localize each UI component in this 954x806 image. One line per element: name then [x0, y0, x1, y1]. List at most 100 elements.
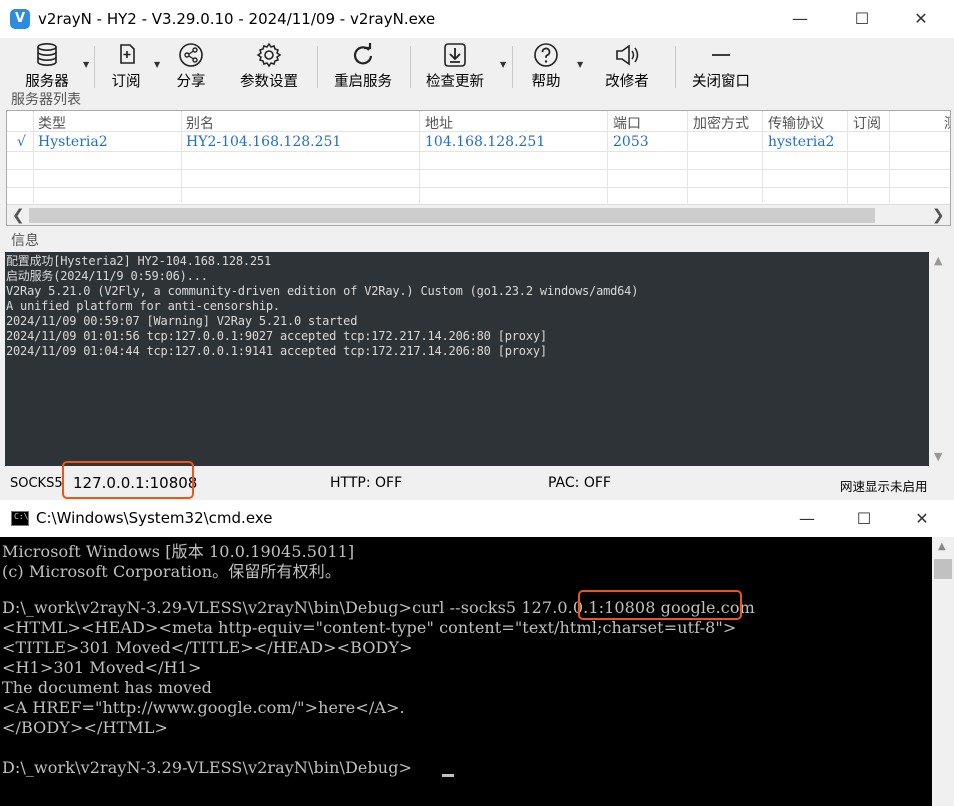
- log-line: 2024/11/09 00:59:07 [Warning] V2Ray 5.21…: [6, 314, 358, 328]
- help-icon: [534, 43, 558, 67]
- toolbar-divider: [512, 46, 513, 88]
- check-update-label: 检查更新: [426, 74, 484, 90]
- console-output[interactable]: Microsoft Windows [版本 10.0.19045.5011] (…: [2, 538, 930, 806]
- scroll-up-icon[interactable]: ▲: [934, 254, 942, 267]
- column-divider: [33, 111, 34, 203]
- row-network: hysteria2: [768, 134, 835, 150]
- minimize-button[interactable]: —: [777, 0, 823, 38]
- log-line: A unified platform for anti-censorship.: [6, 299, 280, 313]
- gear-icon: [256, 42, 282, 68]
- cmd-maximize-button[interactable]: ☐: [841, 500, 887, 537]
- cmd-window: C:\ C:\Windows\System32\cmd.exe — ☐ ✕ Mi…: [0, 500, 954, 806]
- pac-status: PAC: OFF: [548, 475, 611, 491]
- cmd-title-bar[interactable]: C:\ C:\Windows\System32\cmd.exe — ☐ ✕: [0, 500, 954, 537]
- info-label: 信息: [11, 233, 39, 249]
- restart-service-button[interactable]: 重启服务: [330, 38, 396, 92]
- log-line: 配置成功[Hysteria2] HY2-104.168.128.251: [6, 254, 271, 268]
- row-alias: HY2-104.168.128.251: [186, 134, 342, 150]
- speaker-icon: [616, 44, 639, 66]
- help-button[interactable]: 帮助 ▼: [527, 38, 583, 92]
- check-update-dropdown-icon[interactable]: ▼: [500, 60, 506, 69]
- log-line: 启动服务(2024/11/9 0:59:06)...: [6, 269, 208, 283]
- log-line: 2024/11/09 01:01:56 tcp:127.0.0.1:9027 a…: [6, 329, 547, 343]
- scroll-up-icon[interactable]: ▲: [938, 541, 946, 552]
- subscribe-dropdown-icon[interactable]: ▼: [154, 60, 160, 69]
- column-divider: [889, 111, 890, 203]
- socks-arg-highlight-box: [578, 590, 742, 620]
- socks-label: SOCKS5: [10, 476, 63, 491]
- settings-label: 参数设置: [240, 74, 298, 90]
- cmd-scrollbar[interactable]: ▲: [932, 537, 954, 806]
- toolbar-divider: [317, 46, 318, 88]
- server-list-grid: 类型 别名 地址 端口 加密方式 传输协议 订阅 测 √ Hysteria2 H…: [6, 110, 951, 226]
- share-button[interactable]: 分享: [172, 38, 210, 92]
- help-dropdown-icon[interactable]: ▼: [577, 60, 583, 69]
- console-line: <TITLE>301 Moved</TITLE></HEAD><BODY>: [2, 638, 413, 657]
- toolbar: 服务器 ▼ 订阅 ▼ 分享 参数设置 重启服务 检查更新 ▼ 帮助 ▼ 改修者 …: [0, 38, 954, 92]
- modifier-label: 改修者: [605, 74, 649, 90]
- column-header-network[interactable]: 传输协议: [768, 113, 824, 133]
- log-line: V2Ray 5.21.0 (V2Fly, a community-driven …: [6, 284, 639, 298]
- column-header-security[interactable]: 加密方式: [693, 113, 749, 133]
- column-header-address[interactable]: 地址: [425, 113, 453, 133]
- log-scrollbar[interactable]: ▲ ▼: [929, 252, 951, 466]
- scrollbar-thumb[interactable]: [934, 559, 952, 579]
- row-address: 104.168.128.251: [425, 134, 546, 150]
- log-line: 2024/11/09 01:04:44 tcp:127.0.0.1:9141 a…: [6, 344, 547, 358]
- share-icon: [179, 43, 203, 67]
- scroll-down-icon[interactable]: ▼: [934, 450, 942, 463]
- settings-button[interactable]: 参数设置: [236, 38, 302, 92]
- servers-dropdown-icon[interactable]: ▼: [83, 60, 89, 69]
- status-bar: SOCKS5 127.0.0.1:10808 HTTP: OFF PAC: OF…: [0, 461, 954, 499]
- column-divider: [181, 111, 182, 203]
- cmd-minimize-button[interactable]: —: [784, 500, 830, 537]
- log-output[interactable]: 配置成功[Hysteria2] HY2-104.168.128.251 启动服务…: [5, 252, 929, 466]
- column-header-port[interactable]: 端口: [613, 113, 641, 133]
- cmd-close-button[interactable]: ✕: [899, 500, 945, 537]
- check-update-button[interactable]: 检查更新 ▼: [422, 38, 506, 92]
- minimize-icon: [712, 54, 730, 56]
- console-line: (c) Microsoft Corporation。保留所有权利。: [2, 562, 341, 581]
- console-line: <H1>301 Moved</H1>: [2, 658, 202, 677]
- row-divider: [7, 169, 950, 170]
- row-port: 2053: [613, 134, 649, 150]
- console-line: The document has moved: [2, 678, 213, 697]
- column-divider: [847, 111, 848, 203]
- close-window-button[interactable]: 关闭窗口: [688, 38, 754, 92]
- console-line: </BODY></HTML>: [2, 718, 169, 737]
- subscribe-button[interactable]: 订阅 ▼: [106, 38, 160, 92]
- text-cursor: [442, 774, 454, 777]
- column-divider: [607, 111, 608, 203]
- column-header-test[interactable]: 测: [944, 113, 950, 133]
- scroll-right-icon[interactable]: ❯: [932, 206, 945, 224]
- column-header-type[interactable]: 类型: [38, 113, 66, 133]
- database-icon: [37, 42, 57, 67]
- row-divider: [7, 187, 950, 188]
- subscribe-icon: [120, 44, 135, 64]
- cmd-window-title: C:\Windows\System32\cmd.exe: [36, 509, 273, 527]
- column-divider: [419, 111, 420, 203]
- server-list-label: 服务器列表: [11, 92, 81, 108]
- scroll-left-icon[interactable]: ❮: [12, 206, 25, 224]
- v2rayn-window-title: v2rayN - HY2 - V3.29.0.10 - 2024/11/09 -…: [38, 10, 436, 28]
- restart-icon: [353, 43, 373, 65]
- console-line: <HTML><HEAD><meta http-equiv="content-ty…: [2, 618, 737, 637]
- maximize-button[interactable]: ☐: [839, 0, 885, 38]
- horizontal-scrollbar[interactable]: ❮ ❯: [7, 204, 950, 225]
- row-active-check: √: [17, 134, 26, 150]
- download-icon: [444, 43, 466, 67]
- modifier-button[interactable]: 改修者: [601, 38, 653, 92]
- console-icon: C:\: [11, 511, 29, 526]
- column-header-alias[interactable]: 别名: [186, 113, 214, 133]
- close-button[interactable]: ✕: [898, 0, 944, 38]
- help-label: 帮助: [531, 74, 561, 90]
- http-status: HTTP: OFF: [330, 475, 403, 491]
- v2rayn-logo-icon: V: [10, 9, 30, 29]
- column-header-subscription[interactable]: 订阅: [853, 113, 881, 133]
- console-icon-text: C:\: [14, 512, 29, 521]
- servers-button[interactable]: 服务器 ▼: [16, 38, 89, 92]
- scrollbar-thumb[interactable]: [29, 208, 875, 223]
- v2rayn-title-bar[interactable]: V v2rayN - HY2 - V3.29.0.10 - 2024/11/09…: [0, 0, 954, 38]
- toolbar-divider: [94, 46, 95, 88]
- subscribe-label: 订阅: [111, 74, 141, 90]
